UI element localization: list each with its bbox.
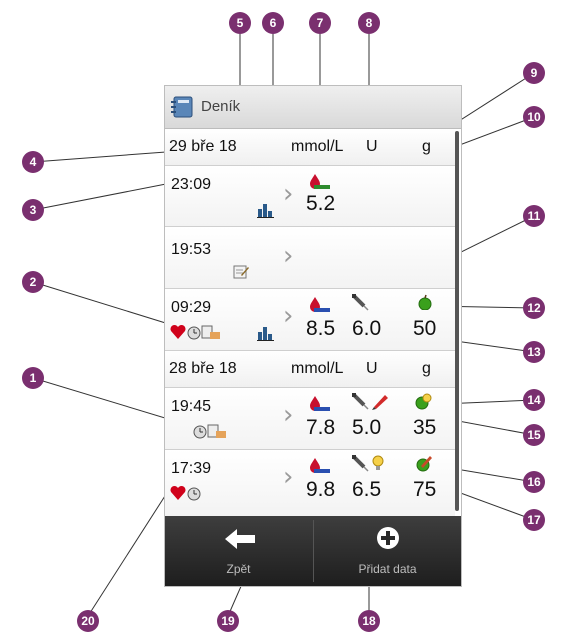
- entry-time: 09:29: [171, 299, 212, 316]
- entry-time: 17:39: [171, 460, 212, 477]
- glucose-drop-icon: [310, 396, 330, 411]
- callout-4: 4: [22, 151, 44, 173]
- callout-18: 18: [358, 610, 380, 632]
- callout-15: 15: [523, 424, 545, 446]
- apple-icon: [418, 294, 432, 310]
- carbs-value: 50: [413, 317, 437, 340]
- plus-circle-icon: [377, 527, 399, 549]
- insulin-pen-icon: [352, 294, 369, 311]
- glucose-unit: mmol/L: [291, 138, 344, 155]
- event-flags-icon: [170, 324, 220, 340]
- edit-pencil-icon: [372, 395, 388, 410]
- callout-10: 10: [523, 106, 545, 128]
- chevron-right-icon: ›: [283, 400, 294, 430]
- back-button[interactable]: Zpět: [165, 516, 312, 586]
- device-screen: Deník 29 bře 18 mmol/L U g 23:09 › 5.2 1…: [164, 85, 462, 587]
- log-entry-row[interactable]: 17:39 › 9.8 6.5 75: [165, 450, 455, 517]
- glucose-drop-icon: [310, 458, 330, 473]
- insulin-unit: U: [366, 360, 378, 377]
- title-bar: Deník: [165, 86, 461, 129]
- back-button-label: Zpět: [226, 562, 251, 576]
- stats-icon: [257, 204, 274, 218]
- callout-9: 9: [523, 62, 545, 84]
- day-date: 29 bře 18: [169, 138, 237, 155]
- carbs-value: 75: [413, 478, 437, 501]
- carbs-value: 35: [413, 416, 437, 439]
- add-data-button-label: Přidat data: [358, 562, 417, 576]
- stats-icon: [257, 327, 274, 341]
- callout-12: 12: [523, 297, 545, 319]
- apple-edit-icon: [416, 456, 432, 472]
- entry-time: 23:09: [171, 176, 212, 193]
- entry-time: 19:53: [171, 241, 212, 258]
- callout-13: 13: [523, 341, 545, 363]
- chevron-right-icon: ›: [283, 241, 294, 271]
- glucose-value: 7.8: [306, 416, 336, 439]
- arrow-left-icon: [225, 529, 255, 549]
- callout-14: 14: [523, 389, 545, 411]
- glucose-unit: mmol/L: [291, 360, 344, 377]
- callout-11: 11: [523, 205, 545, 227]
- callout-8: 8: [358, 12, 380, 34]
- chevron-right-icon: ›: [283, 462, 294, 492]
- log-entry-row[interactable]: 09:29 › 8.5 6.0 50: [165, 289, 455, 351]
- callout-3: 3: [22, 199, 44, 221]
- day-header: 29 bře 18 mmol/L U g: [165, 129, 455, 166]
- callout-16: 16: [523, 471, 545, 493]
- logbook-icon: [171, 96, 193, 118]
- callout-2: 2: [22, 271, 44, 293]
- log-entry-row[interactable]: 19:45 › 7.8 5.0 35: [165, 388, 455, 450]
- insulin-pen-icon: [352, 393, 369, 410]
- insulin-pen-icon: [352, 455, 369, 472]
- log-entry-row[interactable]: 23:09 › 5.2: [165, 166, 455, 227]
- note-icon: [233, 265, 249, 279]
- callout-19: 19: [217, 610, 239, 632]
- log-entry-row[interactable]: 19:53 ›: [165, 227, 455, 289]
- chevron-right-icon: ›: [283, 301, 294, 331]
- carbs-unit: g: [422, 138, 431, 155]
- insulin-value: 6.0: [352, 317, 382, 340]
- callout-1: 1: [22, 367, 44, 389]
- apple-lightbulb-icon: [415, 393, 432, 410]
- glucose-value: 8.5: [306, 317, 336, 340]
- glucose-value: 9.8: [306, 478, 336, 501]
- callout-17: 17: [523, 509, 545, 531]
- bottom-toolbar: Zpět Přidat data: [165, 516, 461, 586]
- event-flags-icon: [193, 424, 226, 439]
- window-title: Deník: [201, 98, 241, 115]
- callout-6: 6: [262, 12, 284, 34]
- insulin-value: 6.5: [352, 478, 382, 501]
- event-flags-icon: [170, 485, 201, 501]
- insulin-value: 5.0: [352, 416, 382, 439]
- callout-7: 7: [309, 12, 331, 34]
- day-header: 28 bře 18 mmol/L U g: [165, 351, 455, 388]
- chevron-right-icon: ›: [283, 179, 294, 209]
- add-data-button[interactable]: Přidat data: [314, 516, 461, 586]
- day-date: 28 bře 18: [169, 360, 237, 377]
- lightbulb-icon: [372, 455, 384, 470]
- entry-time: 19:45: [171, 398, 212, 415]
- glucose-drop-icon: [310, 174, 330, 189]
- glucose-value: 5.2: [306, 192, 336, 215]
- glucose-drop-icon: [310, 297, 330, 312]
- callout-20: 20: [77, 610, 99, 632]
- carbs-unit: g: [422, 360, 431, 377]
- insulin-unit: U: [366, 138, 378, 155]
- callout-5: 5: [229, 12, 251, 34]
- scrollbar[interactable]: [455, 131, 459, 511]
